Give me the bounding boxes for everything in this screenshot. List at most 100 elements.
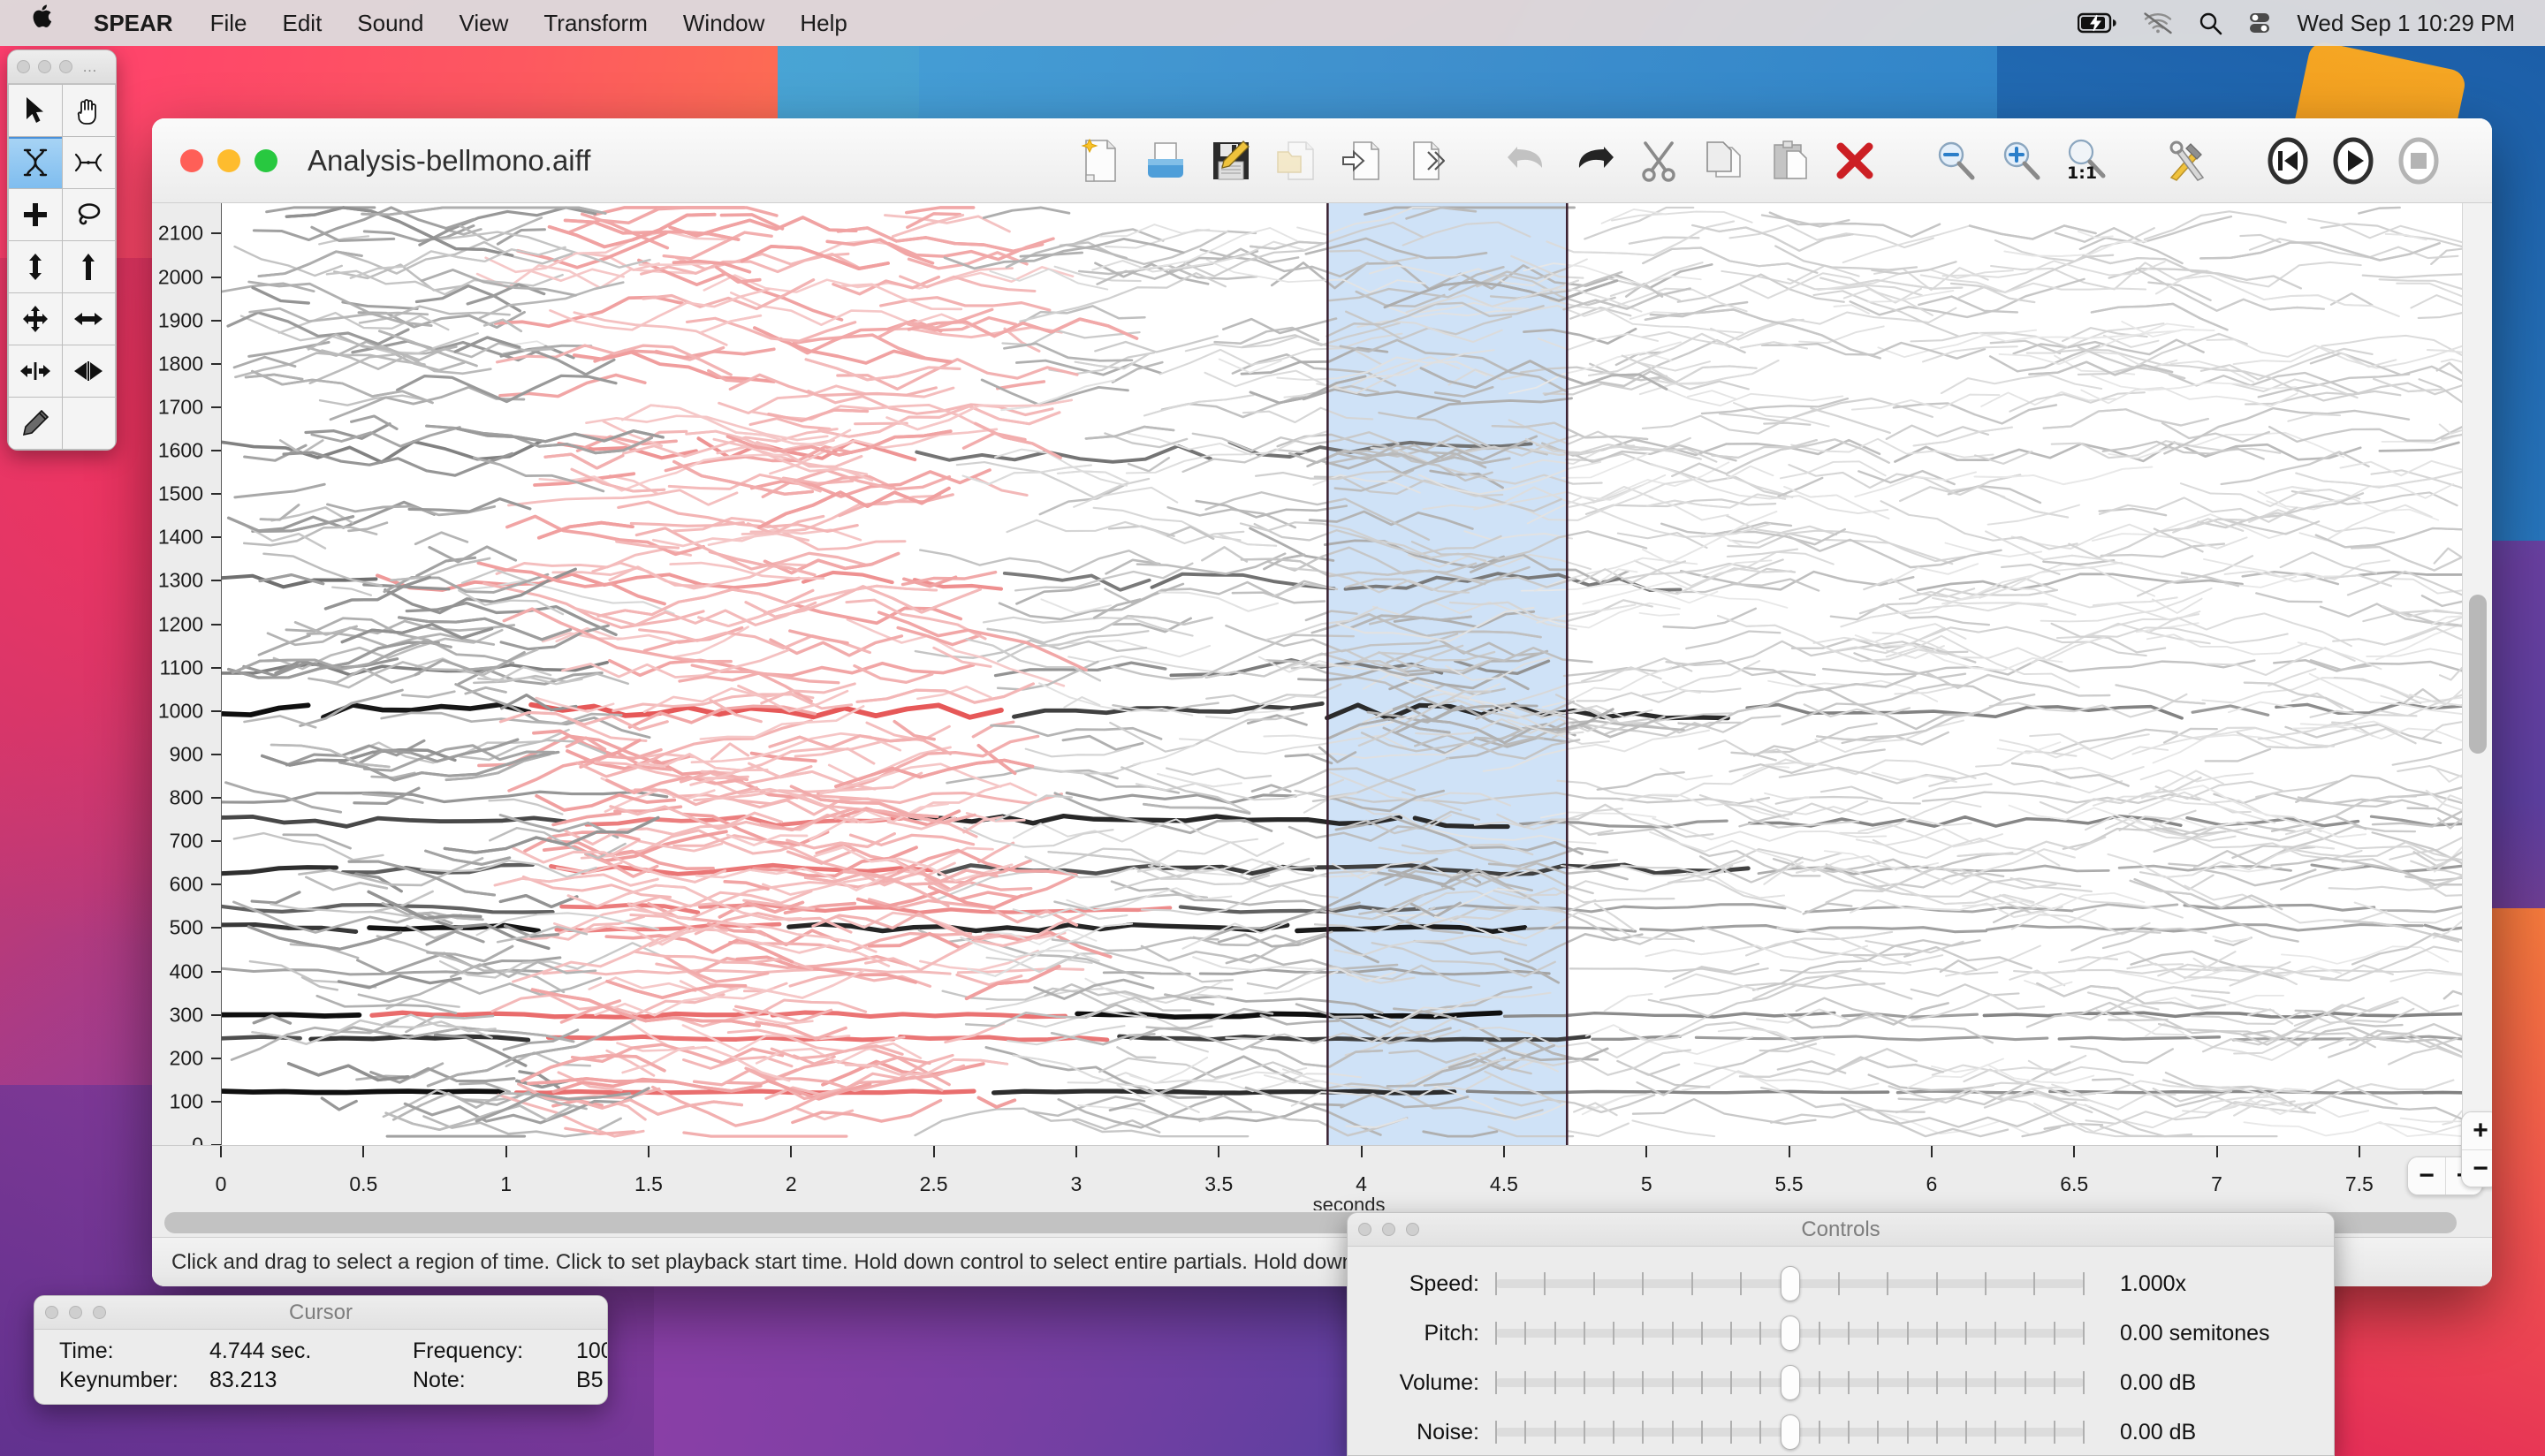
menu-item-help[interactable]: Help	[782, 0, 864, 46]
partial-track[interactable]	[1014, 305, 1146, 328]
partial-track[interactable]	[2003, 240, 2148, 257]
partial-track[interactable]	[2072, 903, 2179, 912]
zoom-in-button[interactable]	[1994, 133, 2048, 188]
partial-track[interactable]	[1973, 466, 2154, 486]
cursor-zoom-button[interactable]	[93, 1306, 106, 1319]
partial-track[interactable]	[1065, 791, 1297, 805]
battery-charging-icon[interactable]	[2078, 12, 2118, 34]
partial-track[interactable]	[232, 831, 384, 861]
vertical-zoom-out-button[interactable]: −	[2462, 1149, 2492, 1187]
partial-track[interactable]	[1012, 818, 1259, 844]
partial-track[interactable]	[395, 374, 618, 404]
partial-track[interactable]	[1710, 307, 1957, 341]
zoom-button[interactable]	[254, 148, 277, 172]
partial-track[interactable]	[1114, 874, 1182, 891]
crosshair-add-tool[interactable]	[9, 189, 62, 240]
partials-canvas[interactable]	[221, 203, 2462, 1145]
zoom-out-button[interactable]	[1928, 133, 1983, 188]
partial-track[interactable]	[2397, 764, 2462, 778]
partial-track[interactable]	[542, 967, 952, 976]
partial-track[interactable]	[2042, 408, 2209, 429]
partial-track[interactable]	[588, 976, 697, 992]
partial-track[interactable]	[2353, 901, 2462, 924]
delete-button[interactable]	[1827, 133, 1882, 188]
partial-track[interactable]	[836, 226, 1045, 254]
menu-item-file[interactable]: File	[193, 0, 265, 46]
partial-track[interactable]	[1810, 407, 1891, 434]
partial-track[interactable]	[2329, 292, 2374, 307]
partial-track[interactable]	[1639, 924, 1988, 934]
partial-track[interactable]	[357, 976, 602, 1003]
partial-track[interactable]	[682, 1131, 848, 1138]
controls-close-button[interactable]	[1358, 1223, 1371, 1236]
partial-track[interactable]	[975, 477, 1029, 497]
move-tool[interactable]	[9, 293, 62, 345]
partial-track[interactable]	[1725, 474, 1788, 497]
partial-track[interactable]	[2191, 704, 2270, 717]
pencil-draw-tool[interactable]	[9, 398, 62, 449]
partial-track[interactable]	[980, 378, 1129, 407]
partial-track[interactable]	[1616, 1059, 1681, 1076]
partial-track[interactable]	[244, 373, 304, 381]
partial-track[interactable]	[1962, 891, 2146, 910]
partial-track[interactable]	[2243, 1120, 2462, 1138]
stop-button[interactable]	[2391, 133, 2446, 188]
partial-track[interactable]	[1711, 439, 1818, 459]
cursor-minimize-button[interactable]	[69, 1306, 82, 1319]
partial-track[interactable]	[2339, 459, 2462, 477]
partial-track[interactable]	[1776, 927, 1912, 967]
partial-track[interactable]	[1956, 836, 2107, 858]
partial-track[interactable]	[848, 833, 976, 846]
search-icon[interactable]	[2198, 11, 2222, 35]
partial-track[interactable]	[1840, 603, 2048, 628]
partial-track[interactable]	[2021, 1126, 2061, 1138]
partial-track[interactable]	[2339, 459, 2462, 477]
partial-track[interactable]	[1072, 1119, 1250, 1138]
partial-track[interactable]	[1821, 657, 2256, 676]
partial-track[interactable]	[1679, 569, 1915, 591]
partial-track[interactable]	[2284, 723, 2442, 745]
partial-track[interactable]	[2297, 389, 2402, 402]
partial-track[interactable]	[1994, 227, 2155, 262]
partial-track[interactable]	[1610, 210, 1753, 224]
undo-button[interactable]	[1500, 133, 1555, 188]
partial-track[interactable]	[2366, 648, 2462, 657]
partial-track[interactable]	[1968, 224, 2097, 240]
arrow-select-tool[interactable]	[9, 85, 62, 136]
partial-track[interactable]	[2154, 275, 2400, 317]
partial-track[interactable]	[1910, 983, 2020, 997]
minimize-button[interactable]	[217, 148, 240, 172]
partial-track[interactable]	[2307, 217, 2462, 244]
partial-track[interactable]	[575, 719, 813, 778]
partial-track[interactable]	[1880, 500, 2078, 550]
partial-track[interactable]	[846, 618, 1066, 687]
partial-track[interactable]	[349, 246, 566, 279]
partial-track[interactable]	[1894, 441, 2362, 463]
partial-track[interactable]	[1671, 438, 1890, 478]
partial-track[interactable]	[2361, 273, 2462, 279]
partial-track[interactable]	[428, 545, 518, 564]
partial-track[interactable]	[996, 660, 1099, 691]
partial-track[interactable]	[2084, 1103, 2193, 1138]
partial-track[interactable]	[1109, 711, 1304, 753]
partial-track[interactable]	[1006, 519, 1245, 545]
partial-track[interactable]	[667, 473, 822, 493]
cursor-window-titlebar[interactable]: Cursor	[34, 1296, 607, 1330]
partial-track[interactable]	[401, 690, 456, 699]
open-recent-button[interactable]	[1269, 133, 1324, 188]
partial-track[interactable]	[331, 586, 373, 596]
partial-track[interactable]	[2321, 334, 2462, 356]
partial-track[interactable]	[2417, 312, 2462, 319]
partial-track[interactable]	[1165, 767, 1272, 780]
partial-track[interactable]	[2426, 868, 2462, 876]
partial-track[interactable]	[1916, 573, 2244, 592]
partial-track[interactable]	[1962, 891, 2146, 910]
time-reverse-tool[interactable]	[62, 345, 115, 397]
partial-track[interactable]	[1647, 982, 1886, 1018]
partial-select-tool[interactable]	[62, 137, 115, 188]
partial-track[interactable]	[2204, 747, 2272, 762]
partial-track[interactable]	[723, 880, 770, 891]
partial-track[interactable]	[1700, 397, 1850, 415]
partial-track[interactable]	[507, 489, 739, 507]
partial-track[interactable]	[1642, 246, 1819, 274]
